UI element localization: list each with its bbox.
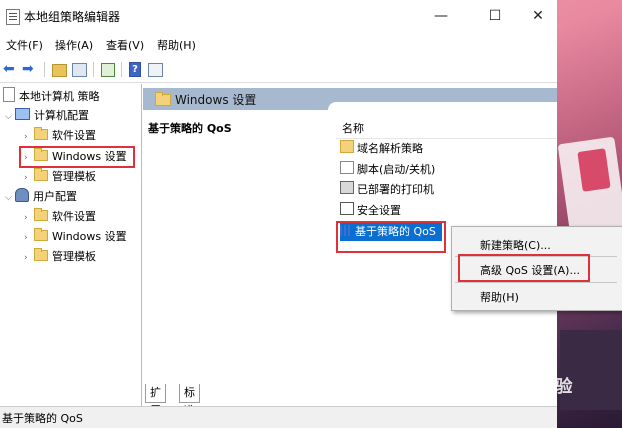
menu-help[interactable]: 帮助(H) <box>157 37 196 53</box>
folder-icon <box>34 228 48 241</box>
column-divider <box>336 138 556 139</box>
up-folder-icon[interactable] <box>52 64 67 77</box>
status-text: 基于策略的 QoS <box>2 412 83 425</box>
close-button[interactable]: ✕ <box>515 0 561 32</box>
computer-icon <box>15 108 30 120</box>
menu-file[interactable]: 文件(F) <box>6 37 43 53</box>
chevron-down-icon[interactable]: ⌵ <box>5 108 15 126</box>
tree-node-label: 用户配置 <box>33 190 77 203</box>
tree-node-admin-templates[interactable]: › 管理模板 <box>24 168 96 186</box>
chevron-right-icon[interactable]: › <box>24 209 34 227</box>
folder-icon <box>340 140 354 153</box>
chevron-right-icon[interactable]: › <box>24 229 34 247</box>
list-item[interactable]: 已部署的打印机 <box>340 181 434 199</box>
tree-node-local-policy[interactable]: 本地计算机 策略 <box>3 87 100 105</box>
tree-node-computer-config[interactable]: ⌵ 计算机配置 <box>5 107 89 125</box>
menu-action[interactable]: 操作(A) <box>55 37 93 53</box>
tab-extended[interactable]: 扩展 <box>145 384 166 417</box>
toolbar-divider <box>44 62 45 77</box>
tree-node-software-settings[interactable]: › 软件设置 <box>24 127 96 145</box>
tree-node-user-software-settings[interactable]: › 软件设置 <box>24 208 96 226</box>
toolbar: ⬅ ➡ ? <box>0 56 557 83</box>
folder-icon <box>34 168 48 181</box>
list-item[interactable]: 域名解析策略 <box>340 140 423 158</box>
menu-item-help[interactable]: 帮助(H) <box>480 289 519 305</box>
tree-node-label: 计算机配置 <box>34 109 89 122</box>
toolbar-divider <box>121 62 122 77</box>
title-bar[interactable]: 本地组策略编辑器 — ☐ ✕ <box>0 0 557 32</box>
tree-node-label: 软件设置 <box>52 129 96 142</box>
back-arrow-icon[interactable]: ⬅ <box>3 61 19 77</box>
tree-node-label: 管理模板 <box>52 250 96 263</box>
gpedit-window: 本地组策略编辑器 — ☐ ✕ 文件(F) 操作(A) 查看(V) 帮助(H) ⬅… <box>0 0 557 428</box>
tree-node-user-config[interactable]: ⌵ 用户配置 <box>5 188 77 206</box>
menu-view[interactable]: 查看(V) <box>106 37 144 53</box>
folder-icon <box>34 127 48 140</box>
show-hide-tree-icon[interactable] <box>72 63 87 77</box>
window-title: 本地组策略编辑器 <box>24 10 121 24</box>
policy-document-icon <box>3 87 15 102</box>
tree-node-user-admin-templates[interactable]: › 管理模板 <box>24 248 96 266</box>
highlight-box <box>458 254 590 282</box>
navigation-tree: 本地计算机 策略 ⌵ 计算机配置 › 软件设置 › Windows 设置 › 管理模板 … <box>0 84 142 406</box>
menu-item-new-policy[interactable]: 新建策略(C)... <box>480 237 551 253</box>
list-item-label: 脚本(启动/关机) <box>357 163 436 176</box>
background-decoration <box>560 330 622 410</box>
description-title: 基于策略的 QoS <box>148 122 232 135</box>
security-icon <box>340 202 354 215</box>
chevron-right-icon[interactable]: › <box>24 249 34 267</box>
minimize-button[interactable]: — <box>418 0 464 32</box>
menu-bar: 文件(F) 操作(A) 查看(V) 帮助(H) <box>0 34 557 54</box>
highlight-box <box>19 146 135 168</box>
properties-icon[interactable] <box>148 63 163 77</box>
tree-node-label: 管理模板 <box>52 170 96 183</box>
tree-node-label: 软件设置 <box>52 210 96 223</box>
export-list-icon[interactable] <box>101 63 115 77</box>
script-icon <box>340 161 354 174</box>
chevron-down-icon[interactable]: ⌵ <box>5 189 15 207</box>
watermark-text: Baidu 经验 <box>478 377 573 397</box>
tree-node-label: 本地计算机 策略 <box>19 90 100 103</box>
maximize-button[interactable]: ☐ <box>472 0 518 32</box>
user-icon <box>15 188 29 202</box>
highlight-box <box>336 221 446 253</box>
toolbar-divider <box>93 62 94 77</box>
list-item[interactable]: 安全设置 <box>340 202 401 220</box>
tree-node-user-windows-settings[interactable]: › Windows 设置 <box>24 228 127 246</box>
printer-icon <box>340 181 354 194</box>
list-item-label: 域名解析策略 <box>357 142 423 155</box>
forward-arrow-icon[interactable]: ➡ <box>22 61 38 77</box>
folder-icon <box>34 248 48 261</box>
list-item-label: 安全设置 <box>357 204 401 217</box>
background-decoration <box>577 148 611 192</box>
chevron-right-icon[interactable]: › <box>24 128 34 146</box>
list-item[interactable]: 脚本(启动/关机) <box>340 161 435 179</box>
column-header-name[interactable]: 名称 <box>342 120 364 136</box>
status-bar: 基于策略的 QoS <box>0 406 557 428</box>
app-icon <box>6 9 20 25</box>
help-icon[interactable]: ? <box>129 62 141 77</box>
folder-icon <box>34 208 48 221</box>
chevron-right-icon[interactable]: › <box>24 169 34 187</box>
folder-icon <box>155 92 171 106</box>
tree-node-label: Windows 设置 <box>52 230 127 243</box>
details-header-title: Windows 设置 <box>175 93 257 107</box>
tab-standard[interactable]: 标准 <box>179 384 200 417</box>
list-item-label: 已部署的打印机 <box>357 183 434 196</box>
menu-divider <box>455 282 617 283</box>
